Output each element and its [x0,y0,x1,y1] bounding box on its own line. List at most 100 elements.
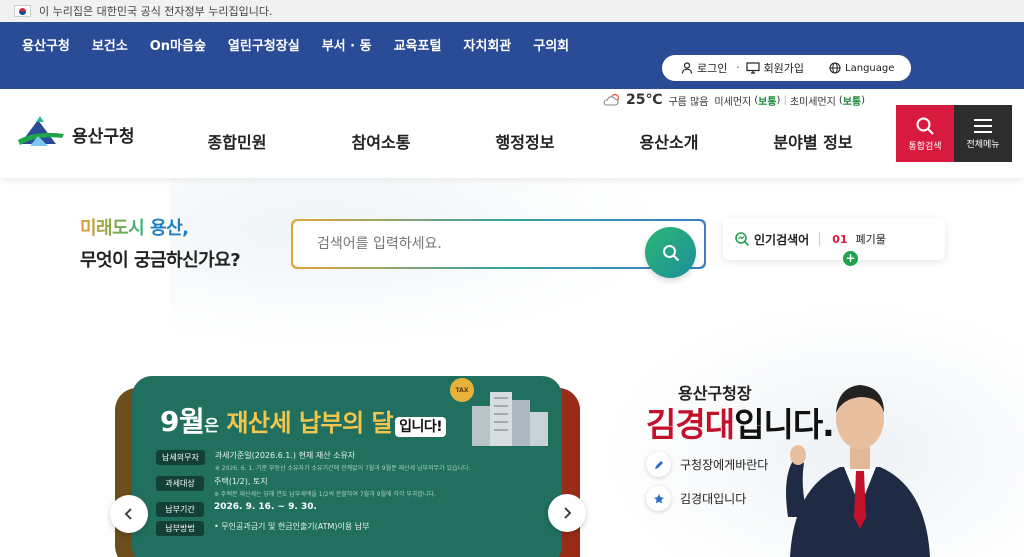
main-nav-civil-service[interactable]: 종합민원 [208,129,267,153]
top-nav-link-community-center[interactable]: 자치회관 [463,35,511,54]
ultrafine-dust-paren-close: ) [861,94,866,106]
banner-prev-button[interactable] [110,495,148,533]
mayor-name-red: 김경대 [646,405,735,444]
banner-row-tag: 납부기간 [156,502,204,517]
banner-row-content: • 무인공과금기 및 현금인출기(ATM)이용 납부 [214,521,370,532]
popular-keywords: 인기검색어 01 폐기물 [723,218,945,260]
fine-dust-paren-close: ) [776,94,781,106]
monitor-icon [745,62,760,74]
weather-condition: 구름 많음 [668,96,709,108]
globe-icon [829,62,841,74]
signup-label: 회원가입 [763,62,805,75]
all-menu-button[interactable]: 전체메뉴 [954,105,1012,162]
search-trend-icon [735,232,750,247]
banner-row-content: 2026. 9. 16. ~ 9. 30. [214,502,317,512]
property-tax-banner[interactable]: TAX 9월은 재산세 납부의 달 입니다! 납세의무자 과세기준일(2026.6… [132,376,562,557]
site-logo[interactable]: 용산구청 [16,114,135,154]
top-nav-link-yongsan-office[interactable]: 용산구청 [22,35,70,54]
banner-row-note: ※ 2026. 6. 1. 기준 부동산 소유자가 소유기간에 관계없이 7월과… [214,465,471,472]
slogan-future-city: 미래도시 [80,218,145,239]
weather-widget: 25℃ 구름 많음 미세먼지 ( 보통 ) | 초미세먼지 ( 보통 ) [602,91,865,109]
chevron-right-icon [564,507,572,519]
pencil-icon [646,452,671,477]
gov-notice-bar: 이 누리집은 대한민국 공식 전자정부 누리집입니다. [0,0,1024,22]
banner-row-content: 과세기준일(2026.6.1.) 현재 재산 소유자 ※ 2026. 6. 1.… [215,450,471,472]
integrated-search-button[interactable]: 통합검색 [896,105,954,162]
brand-name: 용산구청 [72,126,135,147]
slogan-question: 무엇이 궁금하신가요? [80,250,241,271]
mayor-portrait [786,385,930,557]
banner-row-tag: 납세의무자 [156,450,205,465]
site-header: 용산구청 25℃ 구름 많음 미세먼지 ( 보통 ) | 초미세먼지 ( 보통 … [0,89,1024,178]
top-nav-link-district-council[interactable]: 구의회 [533,35,569,54]
signup-link[interactable]: 회원가입 [745,60,805,76]
fine-dust-value: 보통 [758,96,777,108]
ultrafine-dust-label: 초미세먼지 [789,96,836,108]
main-nav-participation[interactable]: 참여소통 [352,129,411,153]
flag-icon [14,5,31,17]
top-nav-link-mayor-office[interactable]: 열린구청장실 [228,35,300,54]
plus-icon[interactable]: + [843,251,858,266]
buildings-icon [472,392,548,446]
cloud-sun-icon [603,93,620,106]
banner-row-tag: 납부방법 [156,521,204,536]
magnifier-icon [916,117,934,135]
top-nav-links: 용산구청 보건소 On마음숲 열린구청장실 부서 · 동 교육포털 자치회관 구… [22,35,569,54]
banner-row-note: ※ 주택분 재산세는 당해 연도 납부세액을 1/2씩 분할하여 7월과 9월에… [214,491,436,498]
star-icon [646,486,671,511]
banner-title-mid: 은 [204,416,219,435]
slogan-yongsan: 용산, [150,218,189,239]
top-nav-link-health-center[interactable]: 보건소 [92,35,128,54]
login-link[interactable]: 로그인 [681,60,727,76]
main-nav-admin-info[interactable]: 행정정보 [496,129,555,153]
main-navigation: 종합민원 참여소통 행정정보 용산소개 분야별 정보 [190,129,880,152]
mayor-link-intro-label: 김경대입니다 [680,492,747,506]
mayor-link-request[interactable]: 구청장에게바란다 [646,452,768,477]
main-nav-about-yongsan[interactable]: 용산소개 [640,129,699,153]
top-nav-link-departments[interactable]: 부서 · 동 [322,35,372,54]
mayor-link-request-label: 구청장에게바란다 [680,458,769,472]
banner-next-button[interactable] [548,494,586,532]
magnifier-icon [662,244,679,261]
all-menu-label: 전체메뉴 [966,139,1000,150]
popular-keywords-title: 인기검색어 [754,232,810,247]
popular-rank: 01 [832,232,848,246]
banner-row: 과세대상 주택(1/2), 토지 ※ 주택분 재산세는 당해 연도 납부세액을 … [156,476,556,498]
main-search-inner [293,221,704,267]
user-icon [681,62,693,74]
hamburger-icon [974,118,992,133]
chevron-left-icon [124,508,132,520]
temperature: 25℃ [626,92,663,108]
banner-row-value: 2026. 9. 16. ~ 9. 30. [214,502,317,512]
integrated-search-label: 통합검색 [908,141,942,152]
banner-row-value: 주택(1/2), 토지 [214,477,268,486]
top-navigation: 용산구청 보건소 On마음숲 열린구청장실 부서 · 동 교육포털 자치회관 구… [0,22,1024,89]
slogan-line1: 미래도시 용산, [80,214,280,240]
banner-row: 납세의무자 과세기준일(2026.6.1.) 현재 재산 소유자 ※ 2026.… [156,450,556,472]
language-link[interactable]: Language [829,62,894,74]
ultrafine-dust-value: 보통 [842,96,862,108]
main-nav-field-info[interactable]: 분야별 정보 [773,129,852,153]
top-nav-link-on-maeum-forest[interactable]: On마음숲 [150,35,206,54]
banner-title: 9월은 재산세 납부의 달 입니다! [160,400,447,440]
language-label: Language [845,62,895,74]
utility-menu: 로그인 · 회원가입 Language [662,55,911,81]
login-label: 로그인 [697,62,728,75]
yongsan-logo-icon [18,116,64,146]
tax-bag-icon: TAX [450,378,474,402]
top-nav-link-education-portal[interactable]: 교육포털 [394,35,442,54]
banner-row-value: 과세기준일(2026.6.1.) 현재 재산 소유자 [214,451,356,460]
mayor-link-intro[interactable]: 김경대입니다 [646,486,746,511]
banner-row-value: • 무인공과금기 및 현금인출기(ATM)이용 납부 [214,522,370,531]
banner-row-content: 주택(1/2), 토지 ※ 주택분 재산세는 당해 연도 납부세액을 1/2씩 … [214,476,436,498]
weather-divider: | [783,94,787,106]
main-search-input[interactable] [317,233,637,255]
banner-row-tag: 과세대상 [156,476,204,491]
fine-dust-label: 미세먼지 [714,96,752,108]
main-search-box [291,219,706,269]
banner-title-month: 9월 [160,405,205,438]
utility-dot: · [736,62,740,74]
main-search-button[interactable] [645,227,696,278]
banner-row: 납부방법 • 무인공과금기 및 현금인출기(ATM)이용 납부 [156,521,556,536]
popular-keyword-link[interactable]: 폐기물 [856,231,886,247]
